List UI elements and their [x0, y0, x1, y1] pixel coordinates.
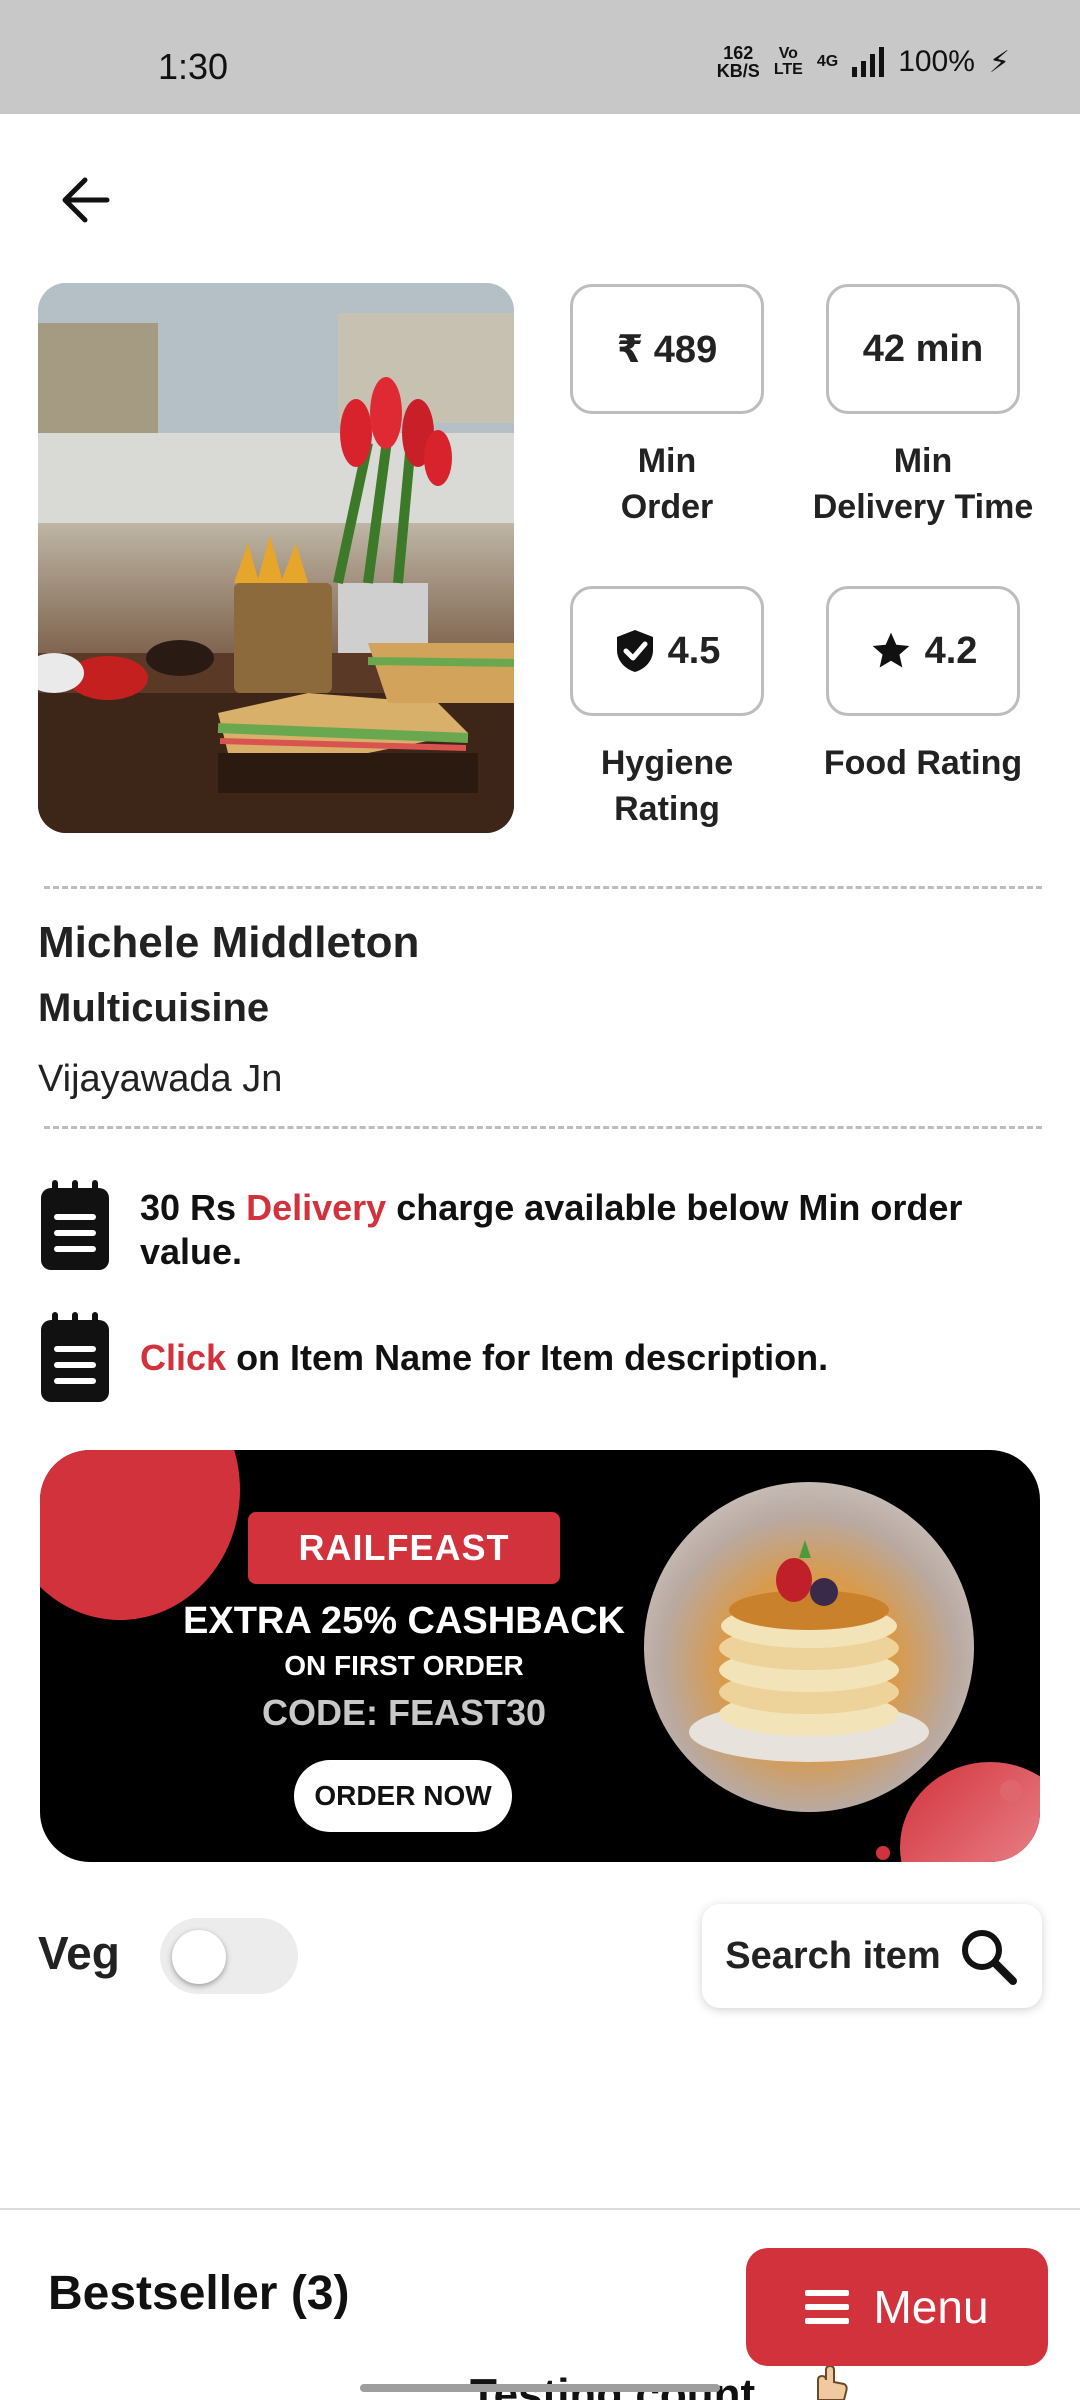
search-item-button[interactable]: Search item [702, 1904, 1042, 2008]
min-order-box: ₹ 489 [570, 284, 764, 414]
back-button[interactable] [50, 165, 120, 235]
min-order-value: ₹ 489 [616, 328, 718, 371]
restaurant-image [38, 283, 514, 833]
menu-label: Menu [873, 2281, 989, 2333]
arrow-left-icon [62, 177, 110, 223]
hand-pointer-icon [817, 2366, 848, 2400]
banner-brand-tag: RAILFEAST [248, 1512, 560, 1584]
network-speed-unit: KB/S [716, 61, 760, 81]
charging-icon: ⚡ [988, 45, 1010, 79]
divider [44, 1126, 1042, 1129]
bestseller-section-title: Bestseller (3) [48, 2267, 350, 2320]
volte-top: Vo [778, 45, 798, 62]
delivery-highlight: Delivery [246, 1187, 387, 1228]
hamburger-icon [805, 2290, 850, 2324]
food-rating-label: Food Rating [823, 744, 1023, 782]
delivery-time-box: 42 min [826, 284, 1020, 414]
network-speed: 162 KB/S [717, 44, 760, 80]
status-time: 1:30 [158, 46, 229, 87]
food-rating-box: 4.2 [826, 586, 1020, 716]
status-indicators: 162 KB/S Vo LTE 4G 100% ⚡ [717, 44, 1010, 80]
notepad-icon [41, 1180, 109, 1270]
item-description-notice: Click on Item Name for Item description. [38, 1310, 1048, 1404]
banner-decoration [1000, 1780, 1022, 1802]
search-item-label: Search item [725, 1934, 941, 1977]
pancake-image [644, 1482, 974, 1812]
divider [44, 886, 1042, 889]
delivery-charge-text: 30 Rs Delivery charge available below Mi… [140, 1187, 963, 1272]
signal-icon [852, 47, 885, 77]
hygiene-rating-value: 4.5 [667, 629, 721, 672]
divider [0, 2208, 1080, 2210]
battery-percent: 100% [898, 45, 975, 78]
veg-filter-label: Veg [38, 1927, 120, 1979]
search-icon [961, 1930, 1017, 1985]
delivery-charge-notice: 30 Rs Delivery charge available below Mi… [38, 1178, 1048, 1274]
menu-button[interactable]: Menu [746, 2248, 1048, 2366]
promo-banner[interactable]: RAILFEAST EXTRA 25% CASHBACK ON FIRST OR… [40, 1450, 1040, 1862]
status-bar: 1:30 162 KB/S Vo LTE 4G 100% ⚡ [0, 0, 1080, 114]
star-icon [872, 632, 909, 668]
food-rating-value: 4.2 [924, 629, 978, 672]
banner-subline: ON FIRST ORDER [284, 1650, 524, 1681]
restaurant-station: Vijayawada Jn [38, 1058, 283, 1100]
veg-toggle-knob [172, 1930, 226, 1984]
delivery-time-label: Min Delivery Time [812, 442, 1034, 526]
network-type: 4G [816, 53, 839, 70]
veg-toggle[interactable] [160, 1918, 298, 1994]
restaurant-cuisine: Multicuisine [38, 986, 270, 1030]
volte-bottom: LTE [773, 61, 803, 78]
banner-decoration [40, 1450, 240, 1620]
item-description-text: Click on Item Name for Item description. [140, 1337, 829, 1378]
banner-headline: EXTRA 25% CASHBACK [183, 1600, 625, 1642]
delivery-time-value: 42 min [862, 327, 984, 370]
restaurant-name: Michele Middleton [38, 918, 420, 967]
hygiene-rating-box: 4.5 [570, 586, 764, 716]
banner-decoration [876, 1846, 890, 1860]
network-speed-value: 162 [723, 43, 754, 63]
banner-promo-code: CODE: FEAST30 [261, 1692, 547, 1733]
shield-check-icon [616, 630, 653, 672]
click-highlight: Click [140, 1337, 227, 1378]
hygiene-rating-label: Hygiene Rating [600, 744, 734, 828]
notepad-icon [41, 1312, 109, 1402]
min-order-label: Min Order [620, 442, 714, 526]
home-indicator[interactable] [360, 2384, 720, 2392]
order-now-button[interactable]: ORDER NOW [294, 1760, 512, 1832]
volte-icon: Vo LTE [774, 46, 803, 78]
